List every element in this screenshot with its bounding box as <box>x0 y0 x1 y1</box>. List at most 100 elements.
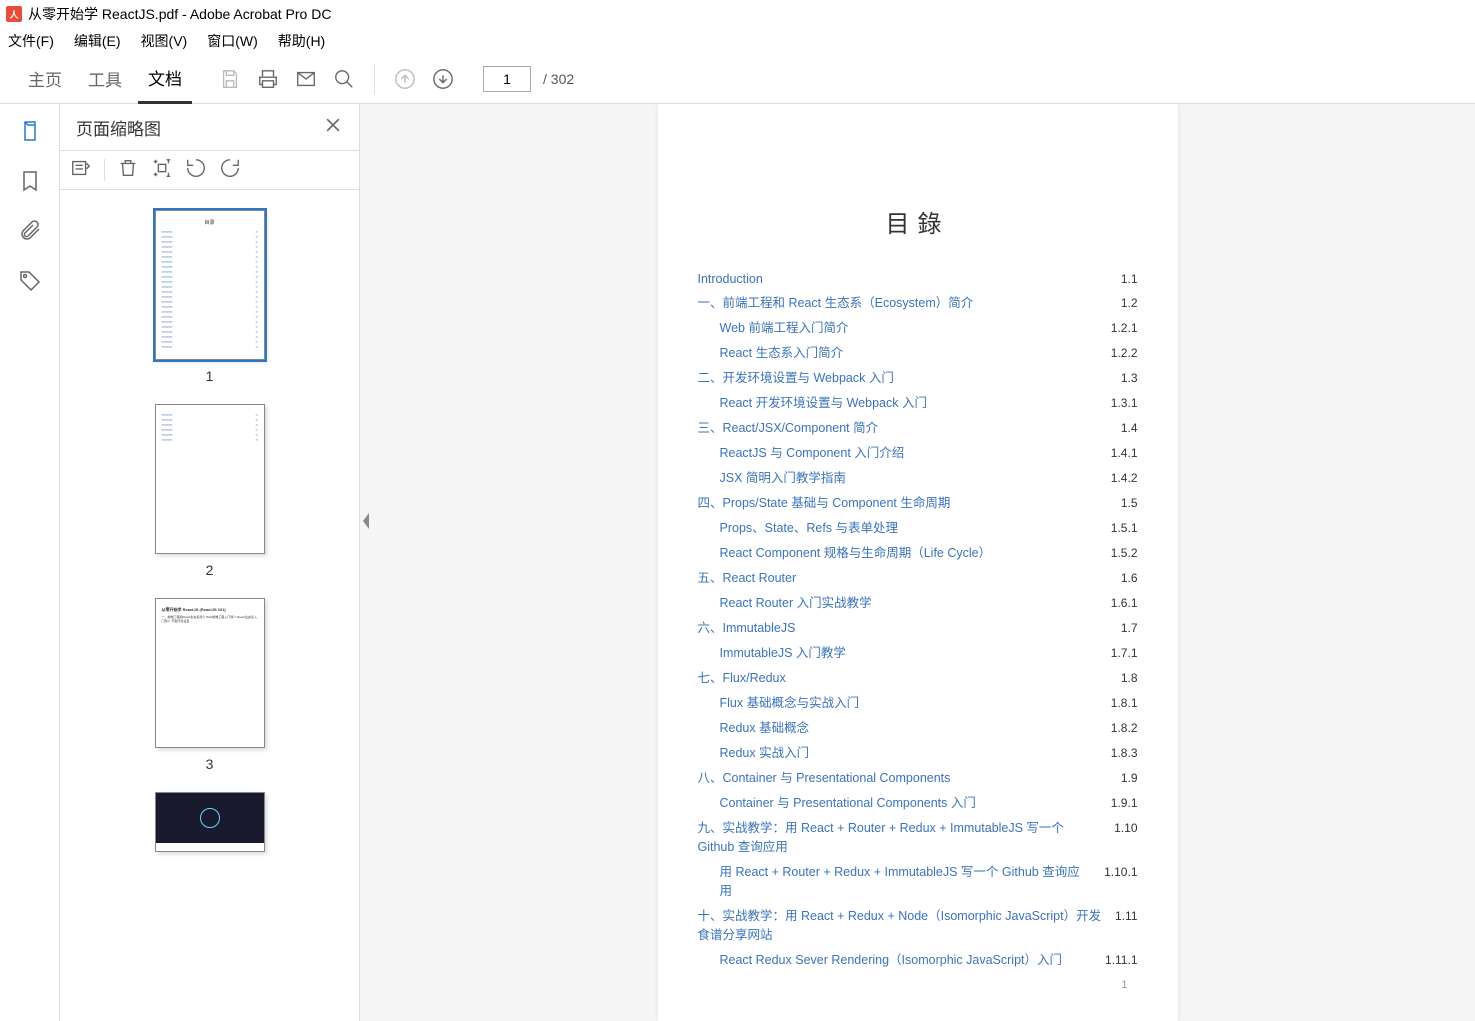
toc-link[interactable]: Web 前端工程入门简介 <box>720 317 849 336</box>
toc-link[interactable]: 八、Container 与 Presentational Components <box>698 767 951 786</box>
toc-entry[interactable]: ReactJS 与 Component 入门介绍1.4.1 <box>698 439 1138 464</box>
toc-number: 1.6.1 <box>1111 596 1138 610</box>
thumb-page-4[interactable] <box>60 792 359 852</box>
toc-entry[interactable]: Redux 实战入门 1.8.3 <box>698 739 1138 764</box>
toc-entry[interactable]: React 生态系入门简介1.2.2 <box>698 339 1138 364</box>
tab-document[interactable]: 文档 <box>138 54 192 104</box>
document-view[interactable]: 目錄 Introduction1.1一、前端工程和 React 生态系（Ecos… <box>360 104 1475 1021</box>
search-icon[interactable] <box>328 63 360 95</box>
toc-link[interactable]: Redux 基础概念 <box>720 717 810 736</box>
close-panel-icon[interactable] <box>323 115 343 140</box>
thumb-page-3[interactable]: 从零开始学 ReactJS (ReactJS 101) 一、前端工程和React… <box>60 598 359 772</box>
toc-link[interactable]: React Component 规格与生命周期（Life Cycle） <box>720 542 992 561</box>
toc-link[interactable]: React Redux Sever Rendering（Isomorphic J… <box>720 949 1063 968</box>
menu-edit[interactable]: 编辑(E) <box>74 31 121 51</box>
toc-link[interactable]: Introduction <box>698 272 763 286</box>
toc-link[interactable]: ReactJS 与 Component 入门介绍 <box>720 442 905 461</box>
toc-link[interactable]: React Router 入门实战教学 <box>720 592 872 611</box>
thumb-toolbar <box>60 150 359 190</box>
attachments-icon[interactable] <box>15 216 45 246</box>
toc-entry[interactable]: React 开发环境设置与 Webpack 入门1.3.1 <box>698 389 1138 414</box>
toc-link[interactable]: 四、Props/State 基础与 Component 生命周期 <box>698 492 951 511</box>
thumb-page-2[interactable]: ━━━━━━━━━━━━━━━━━━━━━━━━━━━━━━━━━━━━━━━━… <box>60 404 359 578</box>
page-up-icon[interactable] <box>389 63 421 95</box>
thumb-options-icon[interactable] <box>70 157 92 184</box>
thumb-label: 2 <box>206 562 214 578</box>
toc-entry[interactable]: JSX 简明入门教学指南 1.4.2 <box>698 464 1138 489</box>
toc-number: 1.7.1 <box>1111 646 1138 660</box>
toc-link[interactable]: 三、React/JSX/Component 简介 <box>698 417 879 436</box>
toc-entry[interactable]: React Router 入门实战教学 1.6.1 <box>698 589 1138 614</box>
toc-link[interactable]: React 开发环境设置与 Webpack 入门 <box>720 392 927 411</box>
toc-number: 1.4.2 <box>1111 471 1138 485</box>
email-icon[interactable] <box>290 63 322 95</box>
toc-link[interactable]: 二、开发环境设置与 Webpack 入门 <box>698 367 894 386</box>
toc-number: 1.11 <box>1115 909 1137 923</box>
toc-link[interactable]: 十、实战教学：用 React + Redux + Node（Isomorphic… <box>698 905 1104 943</box>
print-icon[interactable] <box>252 63 284 95</box>
toc-entry[interactable]: Props、State、Refs 与表单处理1.5.1 <box>698 514 1138 539</box>
save-icon[interactable] <box>214 63 246 95</box>
page-sizes-icon[interactable] <box>151 157 173 184</box>
toc-link[interactable]: JSX 简明入门教学指南 <box>720 467 846 486</box>
thumbnails-icon[interactable] <box>15 116 45 146</box>
menu-window[interactable]: 窗口(W) <box>207 31 258 51</box>
toc-entry[interactable]: 五、React Router1.6 <box>698 564 1138 589</box>
menu-view[interactable]: 视图(V) <box>141 31 188 51</box>
toc-entry[interactable]: 三、React/JSX/Component 简介1.4 <box>698 414 1138 439</box>
rotate-cw-icon[interactable] <box>219 157 241 184</box>
toc-entry[interactable]: 二、开发环境设置与 Webpack 入门 1.3 <box>698 364 1138 389</box>
toc-link[interactable]: 七、Flux/Redux <box>698 667 786 686</box>
toc-entry[interactable]: 八、Container 与 Presentational Components 1… <box>698 764 1138 789</box>
toc-entry[interactable]: 四、Props/State 基础与 Component 生命周期 1.5 <box>698 489 1138 514</box>
toc-link[interactable]: Container 与 Presentational Components 入门 <box>720 792 976 811</box>
toc-link[interactable]: Flux 基础概念与实战入门 <box>720 692 860 711</box>
collapse-panel-icon[interactable] <box>360 511 374 536</box>
toc-entry[interactable]: Container 与 Presentational Components 入门… <box>698 789 1138 814</box>
toc-entry[interactable]: React Component 规格与生命周期（Life Cycle） 1.5.2 <box>698 539 1138 564</box>
page-1: 目錄 Introduction1.1一、前端工程和 React 生态系（Ecos… <box>658 104 1178 1021</box>
toc-entry[interactable]: Redux 基础概念1.8.2 <box>698 714 1138 739</box>
page-footer-number: 1 <box>1121 979 1127 991</box>
page-number-input[interactable] <box>483 66 531 92</box>
toc-number: 1.8.1 <box>1111 696 1138 710</box>
tags-icon[interactable] <box>15 266 45 296</box>
menu-file[interactable]: 文件(F) <box>8 31 54 51</box>
toc-link[interactable]: ImmutableJS 入门教学 <box>720 642 846 661</box>
toc-entry[interactable]: 九、实战教学：用 React + Router + Redux + Immuta… <box>698 814 1138 858</box>
page-down-icon[interactable] <box>427 63 459 95</box>
toc-link[interactable]: 一、前端工程和 React 生态系（Ecosystem）简介 <box>698 292 974 311</box>
toc-entry[interactable]: 六、ImmutableJS1.7 <box>698 614 1138 639</box>
thumb-list[interactable]: 目录 ━━━━━━━━━━━━━━━━━━━━━━━━━━━━━━━━━━━━━… <box>60 190 359 1021</box>
toc-entry[interactable]: ImmutableJS 入门教学 1.7.1 <box>698 639 1138 664</box>
tab-home[interactable]: 主页 <box>18 54 72 104</box>
toc-entry[interactable]: 用 React + Router + Redux + ImmutableJS 写… <box>698 858 1138 902</box>
delete-icon[interactable] <box>117 157 139 184</box>
tab-tools[interactable]: 工具 <box>78 54 132 104</box>
menu-help[interactable]: 帮助(H) <box>278 31 325 51</box>
toc-number: 1.5 <box>1121 496 1138 510</box>
toc-entry[interactable]: Web 前端工程入门简介 1.2.1 <box>698 314 1138 339</box>
toc-link[interactable]: Props、State、Refs 与表单处理 <box>720 517 899 536</box>
bookmarks-icon[interactable] <box>15 166 45 196</box>
toc-entry[interactable]: Flux 基础概念与实战入门 1.8.1 <box>698 689 1138 714</box>
toc-link[interactable]: Redux 实战入门 <box>720 742 810 761</box>
toc-link[interactable]: 用 React + Router + Redux + ImmutableJS 写… <box>720 861 1093 899</box>
toc-number: 1.2.1 <box>1111 321 1138 335</box>
rotate-ccw-icon[interactable] <box>185 157 207 184</box>
toc-entry[interactable]: React Redux Sever Rendering（Isomorphic J… <box>698 946 1138 971</box>
toc-number: 1.9 <box>1121 771 1138 785</box>
menubar: 文件(F) 编辑(E) 视图(V) 窗口(W) 帮助(H) <box>0 28 1475 54</box>
thumb-page-1[interactable]: 目录 ━━━━━━━━━━━━━━━━━━━━━━━━━━━━━━━━━━━━━… <box>60 210 359 384</box>
toc-entry[interactable]: 十、实战教学：用 React + Redux + Node（Isomorphic… <box>698 902 1138 946</box>
toc-number: 1.5.2 <box>1111 546 1138 560</box>
toc-link[interactable]: 六、ImmutableJS <box>698 617 796 636</box>
toc-number: 1.8.3 <box>1111 746 1138 760</box>
toc-entry[interactable]: 七、Flux/Redux1.8 <box>698 664 1138 689</box>
toc-link[interactable]: 九、实战教学：用 React + Router + Redux + Immuta… <box>698 817 1103 855</box>
toc-entry[interactable]: 一、前端工程和 React 生态系（Ecosystem）简介1.2 <box>698 289 1138 314</box>
toc-link[interactable]: 五、React Router <box>698 567 797 586</box>
toc-link[interactable]: React 生态系入门简介 <box>720 342 844 361</box>
toc-entry[interactable]: Introduction1.1 <box>698 269 1138 289</box>
toc-number: 1.3 <box>1121 371 1138 385</box>
